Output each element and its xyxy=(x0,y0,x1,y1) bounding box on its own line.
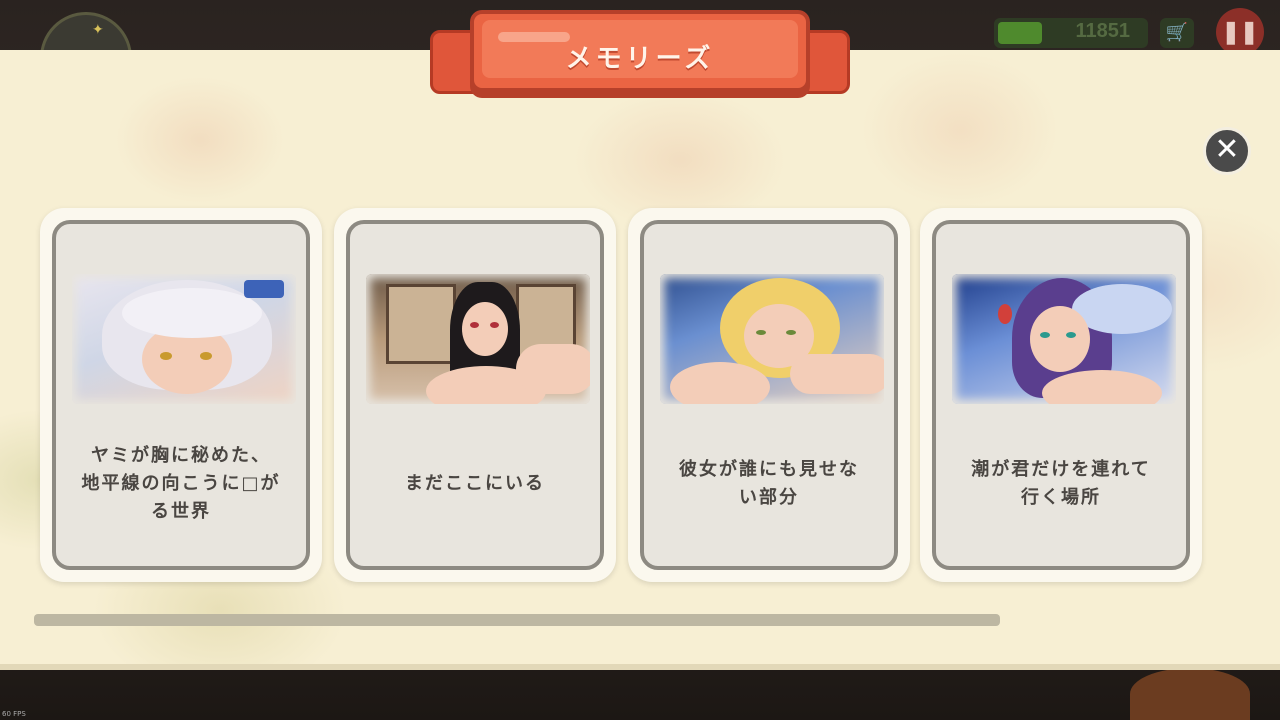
title-banner: メモリーズ xyxy=(470,10,810,92)
memory-thumbnail-2 xyxy=(366,274,590,404)
memory-caption-2: まだここにいる xyxy=(405,473,545,494)
memory-card-frame: ヤミが胸に秘めた、 地平線の向こうに□が る世界 xyxy=(52,220,310,570)
panel-title: メモリーズ xyxy=(565,44,715,74)
memory-card-1[interactable]: ヤミが胸に秘めた、 地平線の向こうに□が る世界 xyxy=(40,208,322,582)
cash-icon xyxy=(998,22,1042,44)
close-button[interactable]: ✕ xyxy=(1203,127,1251,175)
memory-thumbnail-3 xyxy=(660,274,884,404)
memory-card-frame: 潮が君だけを連れて 行く場所 xyxy=(932,220,1190,570)
memory-caption-3: 彼女が誰にも見せな い部分 xyxy=(679,459,859,508)
memory-card-frame: 彼女が誰にも見せな い部分 xyxy=(640,220,898,570)
memory-caption-1: ヤミが胸に秘めた、 地平線の向こうに□が る世界 xyxy=(81,445,281,522)
pause-button[interactable]: ❚❚ xyxy=(1216,8,1264,56)
horizontal-scrollbar[interactable] xyxy=(34,614,1000,626)
money-value: 11851 xyxy=(1075,20,1130,42)
game-screen: ✦ 11851 🛒 ❚❚ ✕ ヤミが胸に秘めた、 地平線の向こうに□が る世界 xyxy=(0,0,1280,720)
shop-cart-icon[interactable]: 🛒 xyxy=(1160,18,1194,48)
memories-panel: ✕ ヤミが胸に秘めた、 地平線の向こうに□が る世界 まだここにいる 彼女が誰に… xyxy=(0,50,1280,670)
bottom-pot xyxy=(1130,668,1250,720)
memory-card-3[interactable]: 彼女が誰にも見せな い部分 xyxy=(628,208,910,582)
memory-card-frame: まだここにいる xyxy=(346,220,604,570)
memory-card-4[interactable]: 潮が君だけを連れて 行く場所 xyxy=(920,208,1202,582)
star-icon: ✦ xyxy=(92,22,104,38)
fps-counter: 60 FPS xyxy=(2,710,26,718)
memory-thumbnail-4 xyxy=(952,274,1176,404)
memory-thumbnail-1 xyxy=(72,274,296,404)
memory-card-2[interactable]: まだここにいる xyxy=(334,208,616,582)
memory-caption-4: 潮が君だけを連れて 行く場所 xyxy=(971,459,1151,508)
